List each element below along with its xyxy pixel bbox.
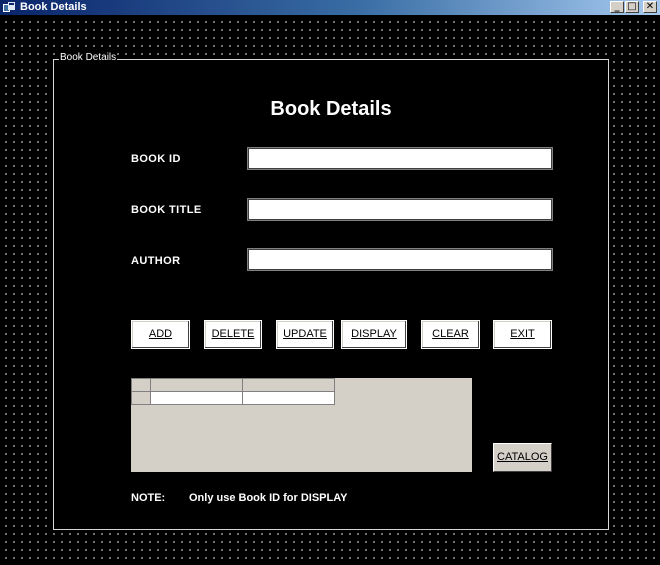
window-title: Book Details: [20, 1, 87, 13]
book-id-label: BOOK ID: [131, 153, 181, 165]
grid-corner-cell: [131, 378, 151, 392]
books-data-grid[interactable]: [131, 378, 472, 472]
close-button[interactable]: ✕: [643, 1, 657, 13]
note-label: NOTE:: [131, 492, 166, 504]
minimize-button[interactable]: _: [610, 1, 624, 13]
display-button[interactable]: DISPLAY: [341, 320, 407, 349]
grid-column-header[interactable]: [150, 378, 243, 392]
frame-caption: Book Details: [59, 52, 118, 64]
grid-header-row: [131, 378, 335, 392]
book-title-label: BOOK TITLE: [131, 204, 202, 216]
page-title: Book Details: [270, 98, 392, 120]
clear-button[interactable]: CLEAR: [421, 320, 480, 349]
exit-button[interactable]: EXIT: [493, 320, 552, 349]
grid-cell[interactable]: [150, 391, 243, 405]
catalog-button[interactable]: CATALOG: [493, 443, 552, 472]
grid-table: [131, 378, 335, 405]
author-label: AUTHOR: [131, 255, 181, 267]
add-button[interactable]: ADD: [131, 320, 190, 349]
note-text: Only use Book ID for DISPLAY: [189, 492, 348, 504]
author-input[interactable]: [247, 248, 553, 271]
window-titlebar[interactable]: Book Details _ □ ✕: [0, 0, 660, 15]
update-button[interactable]: UPDATE: [276, 320, 334, 349]
delete-button[interactable]: DELETE: [204, 320, 262, 349]
app-icon: [3, 2, 15, 12]
grid-row-header[interactable]: [131, 391, 151, 405]
book-id-input[interactable]: [247, 147, 553, 170]
table-row[interactable]: [131, 391, 335, 405]
maximize-button[interactable]: □: [625, 1, 639, 13]
grid-column-header[interactable]: [242, 378, 335, 392]
catalog-button-label: CATALOG: [497, 451, 548, 463]
grid-cell[interactable]: [242, 391, 335, 405]
book-title-input[interactable]: [247, 198, 553, 221]
